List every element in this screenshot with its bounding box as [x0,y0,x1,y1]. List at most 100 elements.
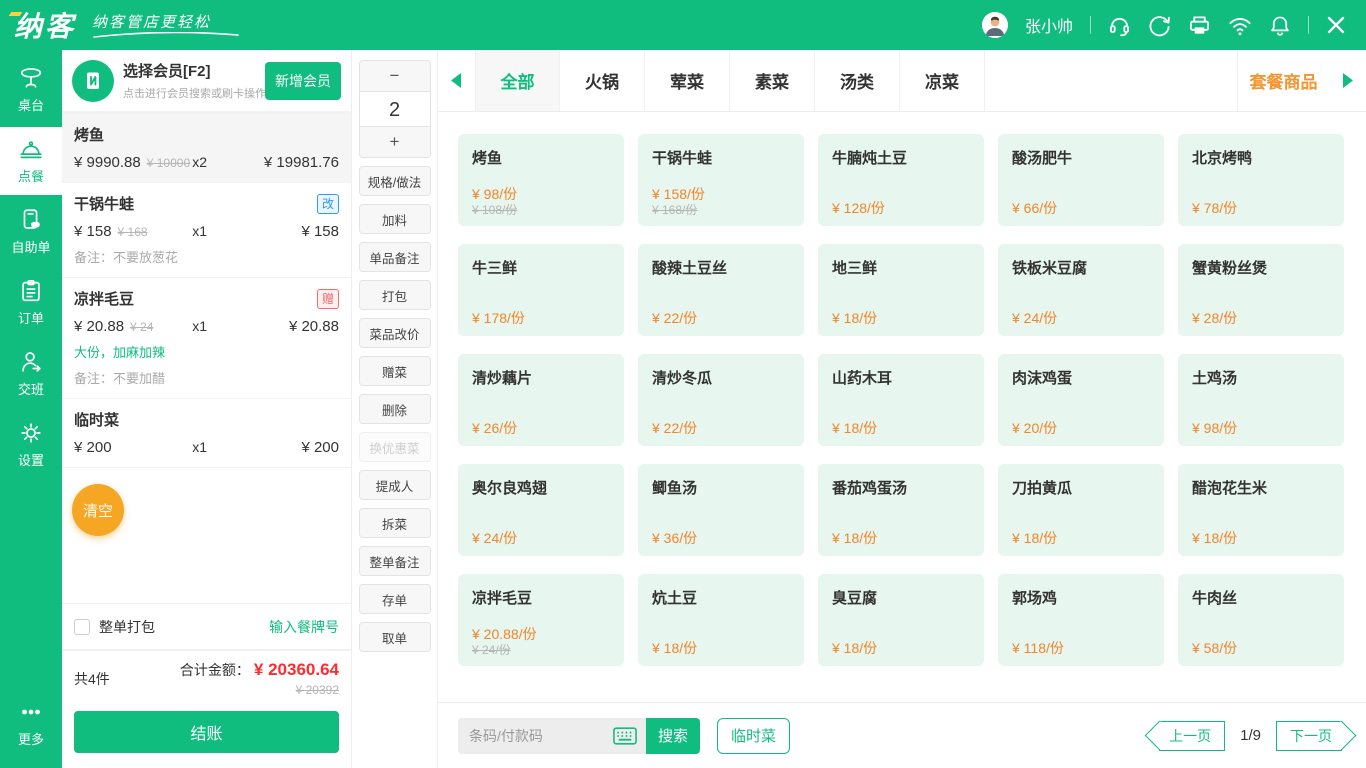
menu-item-card[interactable]: 臭豆腐 ¥ 18/份 [818,574,984,666]
search-button[interactable]: 搜索 [646,718,700,754]
menu-item-card[interactable]: 番茄鸡蛋汤 ¥ 18/份 [818,464,984,556]
sidebar-item-more[interactable]: 更多 [0,690,62,758]
sync-icon[interactable] [1148,14,1171,37]
menu-item-card[interactable]: 奥尔良鸡翅 ¥ 24/份 [458,464,624,556]
action-order-note[interactable]: 整单备注 [359,546,431,576]
menu-item-card[interactable]: 凉拌毛豆 ¥ 20.88/份 ¥ 24/份 [458,574,624,666]
page-indicator: 1/9 [1240,727,1261,744]
menu-item-name: 北京烤鸭 [1192,147,1330,168]
pack-row: 整单打包 输入餐牌号 [62,603,351,649]
quantity-plus-button[interactable]: + [360,127,430,157]
menu-item-name: 山药木耳 [832,367,970,388]
menu-item-card[interactable]: 清炒冬瓜 ¥ 22/份 [638,354,804,446]
sidebar-item-orders[interactable]: 订单 [0,269,62,337]
bell-icon[interactable] [1269,14,1291,37]
menu-item-card[interactable]: 牛肉丝 ¥ 58/份 [1178,574,1344,666]
sidebar-item-shift[interactable]: 交班 [0,340,62,408]
menu-item-card[interactable]: 蟹黄粉丝煲 ¥ 28/份 [1178,244,1344,336]
checkout-button[interactable]: 结账 [74,711,339,753]
search-box [458,718,646,754]
menu-item-card[interactable]: 酸辣土豆丝 ¥ 22/份 [638,244,804,336]
action-add-ingredient[interactable]: 加料 [359,204,431,234]
menu-item-card[interactable]: 清炒藕片 ¥ 26/份 [458,354,624,446]
next-page-button[interactable]: 下一页 [1276,721,1342,751]
action-hold-order[interactable]: 存单 [359,584,431,614]
menu-item-card[interactable]: 牛三鲜 ¥ 178/份 [458,244,624,336]
action-split-dish[interactable]: 拆菜 [359,508,431,538]
order-item-price: ¥ 20.88 [74,318,124,335]
menu-item-original-price: ¥ 24/份 [472,643,610,657]
menu-item-original-price: ¥ 108/份 [472,203,610,217]
action-item-note[interactable]: 单品备注 [359,242,431,272]
tab-汤类[interactable]: 汤类 [815,50,900,111]
menu-item-card[interactable]: 干锅牛蛙 ¥ 158/份 ¥ 168/份 [638,134,804,226]
quantity-minus-button[interactable]: − [360,61,430,91]
temp-dish-button[interactable]: 临时菜 [717,718,790,754]
menu-item-card[interactable]: 牛腩炖土豆 ¥ 128/份 [818,134,984,226]
menu-item-card[interactable]: 酸汤肥牛 ¥ 66/份 [998,134,1164,226]
pack-label: 整单打包 [99,617,155,637]
order-item-name: 烤鱼 [74,124,104,145]
menu-item-card[interactable]: 郭场鸡 ¥ 118/份 [998,574,1164,666]
tab-素菜[interactable]: 素菜 [730,50,815,111]
menu-item-card[interactable]: 地三鲜 ¥ 18/份 [818,244,984,336]
action-retrieve-order[interactable]: 取单 [359,622,431,652]
menu-item-card[interactable]: 山药木耳 ¥ 18/份 [818,354,984,446]
order-item[interactable]: 凉拌毛豆 赠 ¥ 20.88 ¥ 24 x1 ¥ 20.88 大份，加麻加辣 备… [62,278,351,399]
order-item[interactable]: 干锅牛蛙 改 ¥ 158 ¥ 168 x1 ¥ 158 备注：不要放葱花 [62,183,351,278]
action-gift-dish[interactable]: 赠菜 [359,356,431,386]
sidebar-item-tables[interactable]: 桌台 [0,56,62,124]
prev-page-button[interactable]: 上一页 [1159,721,1225,751]
menu-item-card[interactable]: 铁板米豆腐 ¥ 24/份 [998,244,1164,336]
table-number-link[interactable]: 输入餐牌号 [269,617,339,637]
tab-凉菜[interactable]: 凉菜 [900,50,985,111]
menu-item-card[interactable]: 烤鱼 ¥ 98/份 ¥ 108/份 [458,134,624,226]
username[interactable]: 张小帅 [1025,13,1073,37]
close-icon[interactable] [1326,15,1346,35]
action-spec-method[interactable]: 规格/做法 [359,166,431,196]
sidebar-item-self-order[interactable]: 自助单 [0,198,62,266]
menu-item-price: ¥ 26/份 [472,420,610,437]
tab-火锅[interactable]: 火锅 [560,50,645,111]
menu-item-name: 蟹黄粉丝煲 [1192,257,1330,278]
tab-scroll-right-icon[interactable] [1329,50,1366,111]
menu-item-card[interactable]: 炕土豆 ¥ 18/份 [638,574,804,666]
sidebar-item-ordering[interactable]: 点餐 [0,127,62,195]
menu-item-card[interactable]: 北京烤鸭 ¥ 78/份 [1178,134,1344,226]
menu-item-card[interactable]: 鲫鱼汤 ¥ 36/份 [638,464,804,556]
wifi-icon[interactable] [1228,14,1252,37]
cloche-icon [18,136,44,162]
barcode-search-input[interactable] [469,728,613,744]
avatar[interactable] [982,12,1008,38]
action-pack[interactable]: 打包 [359,280,431,310]
action-delete[interactable]: 删除 [359,394,431,424]
menu-item-price: ¥ 20/份 [1012,420,1150,437]
menu-item-price: ¥ 22/份 [652,310,790,327]
add-member-button[interactable]: 新增会员 [265,62,341,100]
order-item[interactable]: 临时菜 ¥ 200 x1 ¥ 200 [62,399,351,468]
member-bar[interactable]: 选择会员[F2] 点击进行会员搜索或刷卡操作 新增会员 [62,50,351,114]
action-commission-person[interactable]: 提成人 [359,470,431,500]
total-label: 合计金额： [180,660,250,680]
order-list: 烤鱼 ¥ 9990.88 ¥ 10000 x2 ¥ 19981.76 干锅牛蛙 … [62,114,351,603]
order-item-qty: x1 [192,439,244,455]
action-change-price[interactable]: 菜品改价 [359,318,431,348]
pack-checkbox[interactable] [74,619,90,635]
menu-item-card[interactable]: 土鸡汤 ¥ 98/份 [1178,354,1344,446]
tab-combo-products[interactable]: 套餐商品 [1237,50,1329,111]
menu-item-price: ¥ 18/份 [832,640,970,657]
order-item[interactable]: 烤鱼 ¥ 9990.88 ¥ 10000 x2 ¥ 19981.76 [62,114,351,183]
order-item-price: ¥ 200 [74,439,112,456]
tab-全部[interactable]: 全部 [475,50,560,111]
clear-order-button[interactable]: 清空 [72,484,124,536]
tab-荤菜[interactable]: 荤菜 [645,50,730,111]
headset-icon[interactable] [1108,14,1131,37]
menu-item-name: 郭场鸡 [1012,587,1150,608]
tab-scroll-left-icon[interactable] [438,50,475,111]
keyboard-icon[interactable] [613,727,637,745]
menu-item-card[interactable]: 刀拍黄瓜 ¥ 18/份 [998,464,1164,556]
sidebar-item-settings[interactable]: 设置 [0,411,62,479]
menu-item-card[interactable]: 肉沫鸡蛋 ¥ 20/份 [998,354,1164,446]
printer-icon[interactable] [1188,14,1211,37]
menu-item-card[interactable]: 醋泡花生米 ¥ 18/份 [1178,464,1344,556]
